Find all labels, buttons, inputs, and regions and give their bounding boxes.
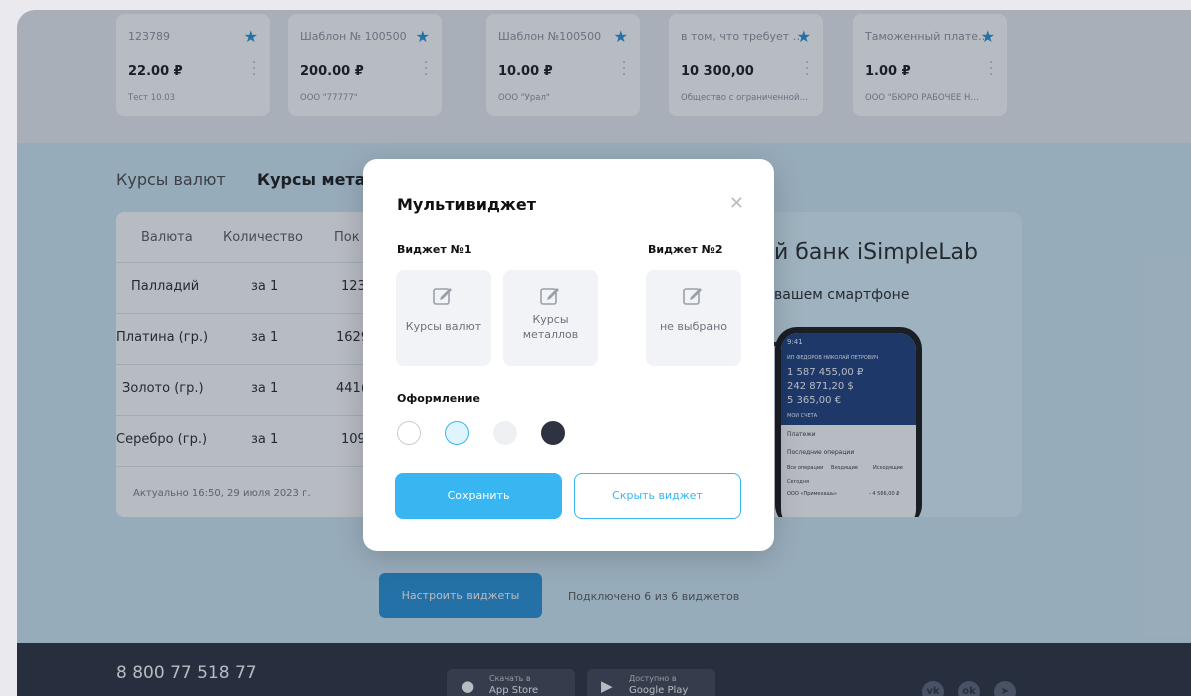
widget-tile-currency[interactable]: Курсы валют <box>396 270 491 366</box>
widget-tile-empty[interactable]: не выбрано <box>646 270 741 366</box>
color-swatch-white[interactable] <box>397 421 421 445</box>
widget-tile-metals[interactable]: Курсы металлов <box>503 270 598 366</box>
dialog-title: Мультивиджет <box>397 195 536 214</box>
edit-icon <box>683 288 702 305</box>
design-label: Оформление <box>397 392 480 405</box>
widget-tile-label: не выбрано <box>659 320 728 333</box>
edit-icon <box>433 288 452 305</box>
widget2-label: Виджет №2 <box>648 243 723 256</box>
color-swatch-dark[interactable] <box>541 421 565 445</box>
color-swatch-light-gray[interactable] <box>493 421 517 445</box>
hide-widget-button[interactable]: Скрыть виджет <box>574 473 741 519</box>
save-button[interactable]: Сохранить <box>395 473 562 519</box>
widget-tile-label: Курсы металлов <box>522 313 579 341</box>
widget-tile-label: Курсы валют <box>405 320 482 333</box>
multiwidget-dialog: Мультивиджет ✕ Виджет №1 Виджет №2 Курсы… <box>363 159 774 551</box>
close-icon[interactable]: ✕ <box>729 193 744 214</box>
color-swatch-light-blue[interactable] <box>445 421 469 445</box>
widget1-label: Виджет №1 <box>397 243 472 256</box>
app-frame: 123789 ★ 22.00 ₽ · · · Тест 10.03 Шаблон №… <box>17 10 1191 696</box>
edit-icon <box>540 288 559 305</box>
